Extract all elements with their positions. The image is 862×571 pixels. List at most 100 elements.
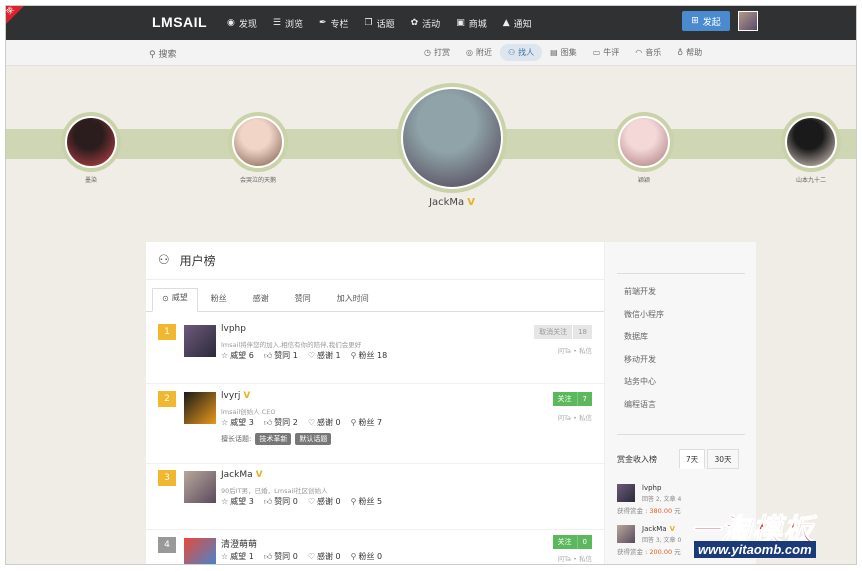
- heart-icon: ♡: [307, 552, 315, 561]
- user-name-text: 墨染: [84, 177, 97, 184]
- thumbs-up-icon: 👍︎: [263, 351, 273, 360]
- comment-icon: ▭: [592, 48, 601, 57]
- avatar[interactable]: [184, 538, 216, 564]
- featured-user-name[interactable]: 墨染: [61, 175, 121, 184]
- avatar[interactable]: [617, 525, 635, 543]
- nav-label: 通知: [513, 19, 532, 30]
- thumbs-up-icon: 👍︎: [263, 552, 273, 561]
- clock-icon: ◷: [424, 48, 431, 57]
- subnav-comment[interactable]: ▭ 牛评: [585, 44, 628, 61]
- featured-user[interactable]: JackMa V: [397, 83, 507, 208]
- thumbs-up-icon: 👍︎: [263, 497, 273, 506]
- nav-chat[interactable]: ❐ 话题: [357, 6, 403, 40]
- topic-link[interactable]: 移动开发: [624, 354, 664, 377]
- featured-user[interactable]: 会哭泣的天鹅: [228, 112, 288, 184]
- topic-link[interactable]: 站务中心: [624, 376, 664, 399]
- income-ranking-title: 赏金收入榜: [617, 455, 657, 464]
- stat-thanks: ♡ 感谢 0: [308, 417, 341, 428]
- tab-0[interactable]: ⊙ 威望: [152, 288, 198, 312]
- ranking-tabs: ⊙ 威望 粉丝 感谢 赞同 加入时间: [146, 280, 604, 312]
- avatar: [785, 116, 837, 168]
- nav-list[interactable]: ☰ 浏览: [265, 6, 311, 40]
- bulb-icon: ♁: [677, 48, 684, 57]
- income-user-name[interactable]: JackMa V: [642, 525, 675, 533]
- user-name[interactable]: lvphp: [221, 324, 246, 334]
- unfollow-button[interactable]: 取消关注 18: [534, 325, 592, 339]
- featured-user[interactable]: 墨染: [61, 112, 121, 184]
- user-avatar[interactable]: [738, 11, 758, 31]
- vip-badge-icon: V: [467, 197, 475, 208]
- subnav-clock[interactable]: ◷ 打赏: [416, 44, 458, 61]
- featured-user-name[interactable]: 颖颖: [614, 175, 674, 184]
- topic-link[interactable]: 数据库: [624, 331, 664, 354]
- tab-4[interactable]: 加入时间: [324, 287, 382, 311]
- featured-user-name[interactable]: 会哭泣的天鹅: [228, 175, 288, 184]
- topic-tag[interactable]: 技术革新: [255, 433, 292, 445]
- featured-users-banner: 墨染 会哭泣的天鹅 JackMa V 颖颖 山本九十二: [6, 67, 856, 243]
- logo[interactable]: LMSAIL: [152, 14, 207, 30]
- featured-user[interactable]: 山本九十二: [781, 112, 841, 184]
- user-name[interactable]: JackMa V: [221, 470, 263, 480]
- ask-message-links[interactable]: 问Ta • 私信: [558, 345, 592, 355]
- user-name[interactable]: 清澄萌萌: [221, 537, 257, 550]
- subnav-people[interactable]: ⚇ 找人: [499, 44, 543, 61]
- stat-fans: ⚲ 粉丝 18: [351, 350, 388, 361]
- avatar: [232, 116, 284, 168]
- user-icon: ⚲: [350, 552, 357, 561]
- topic-tags: 擅长话题: 技术革新 默认话题: [221, 433, 332, 445]
- divider: [617, 273, 745, 274]
- ranking-header: ⚇ 用户榜: [146, 242, 604, 280]
- amount-unit: 元: [674, 548, 681, 556]
- top-navbar: LMSAIL ◉ 发现 ☰ 浏览 ✒ 专栏 ❐ 话题 ✿ 活动 ▣ 商城 ▲ 通知 ⊞ 发起: [6, 6, 856, 40]
- publish-button[interactable]: ⊞ 发起: [682, 11, 730, 31]
- topic-tag[interactable]: 默认话题: [295, 433, 332, 445]
- stat-value: 赞同 2: [274, 418, 298, 427]
- tab-2[interactable]: 感谢: [240, 287, 282, 311]
- search-icon: ⚲: [149, 50, 156, 60]
- subnav-bulb[interactable]: ♁ 帮助: [669, 44, 710, 61]
- income-tab-1[interactable]: 30天: [707, 449, 739, 469]
- divider: [617, 434, 745, 435]
- stat-rep: ☆ 威望 6: [221, 350, 254, 361]
- featured-user[interactable]: 颖颖: [614, 112, 674, 184]
- ask-message-links[interactable]: 问Ta • 私信: [558, 553, 592, 563]
- avatar[interactable]: [617, 484, 635, 502]
- nav-feather[interactable]: ✒ 专栏: [311, 6, 357, 40]
- avatar[interactable]: [184, 471, 216, 503]
- income-amount: 获得赏金 : 200.00 元: [617, 546, 681, 556]
- user-name[interactable]: lvyrj V: [221, 391, 250, 401]
- table-row: 2 lvyrj Vlmsail创始人 CEO ☆ 威望 3 👍︎ 赞同 2 ♡ 感谢 0 ⚲ 粉丝 …: [146, 385, 604, 464]
- nav-activity[interactable]: ✿ 活动: [403, 6, 449, 40]
- stat-rep: ☆ 威望 3: [221, 496, 254, 507]
- income-user-name[interactable]: lvphp: [642, 484, 661, 492]
- income-user-info: 回答 2, 文章 4: [642, 496, 682, 503]
- topic-link[interactable]: 前端开发: [624, 286, 664, 309]
- avatar[interactable]: [184, 325, 216, 357]
- star-icon: ☆: [221, 418, 229, 427]
- topic-link[interactable]: 微信小程序: [624, 309, 664, 332]
- topic-link[interactable]: 编程语言: [624, 399, 664, 422]
- follow-button[interactable]: 关注 7: [552, 392, 592, 406]
- avatar-ring: [397, 83, 507, 193]
- sub-nav-links: ◷ 打赏 ◎ 附近 ⚇ 找人 ▤ 图集 ▭ 牛评 ◠ 音乐 ♁ 帮助: [416, 44, 710, 61]
- user-name-text: lvyrj: [221, 391, 241, 401]
- avatar[interactable]: [184, 392, 216, 424]
- subnav-headphones[interactable]: ◠ 音乐: [627, 44, 669, 61]
- income-tab-0[interactable]: 7天: [679, 449, 705, 469]
- tab-3[interactable]: 赞同: [282, 287, 324, 311]
- search-link[interactable]: ⚲ 搜索: [149, 47, 176, 60]
- nav-bell[interactable]: ▲ 通知: [495, 6, 540, 40]
- cart-icon: ▣: [456, 18, 465, 28]
- tags-label: 擅长话题:: [221, 435, 252, 443]
- stat-value: 赞同 0: [274, 497, 298, 506]
- tab-1[interactable]: 粉丝: [198, 287, 240, 311]
- featured-user-name[interactable]: 山本九十二: [781, 175, 841, 184]
- ask-message-links[interactable]: 问Ta • 私信: [558, 412, 592, 422]
- stat-value: 威望 6: [230, 351, 254, 360]
- featured-user-name[interactable]: JackMa V: [397, 197, 507, 208]
- subnav-image[interactable]: ▤ 图集: [542, 44, 585, 61]
- follow-button[interactable]: 关注 0: [552, 535, 592, 549]
- subnav-compass[interactable]: ◎ 附近: [458, 44, 500, 61]
- nav-cart[interactable]: ▣ 商城: [448, 6, 495, 40]
- nav-eye[interactable]: ◉ 发现: [219, 6, 265, 40]
